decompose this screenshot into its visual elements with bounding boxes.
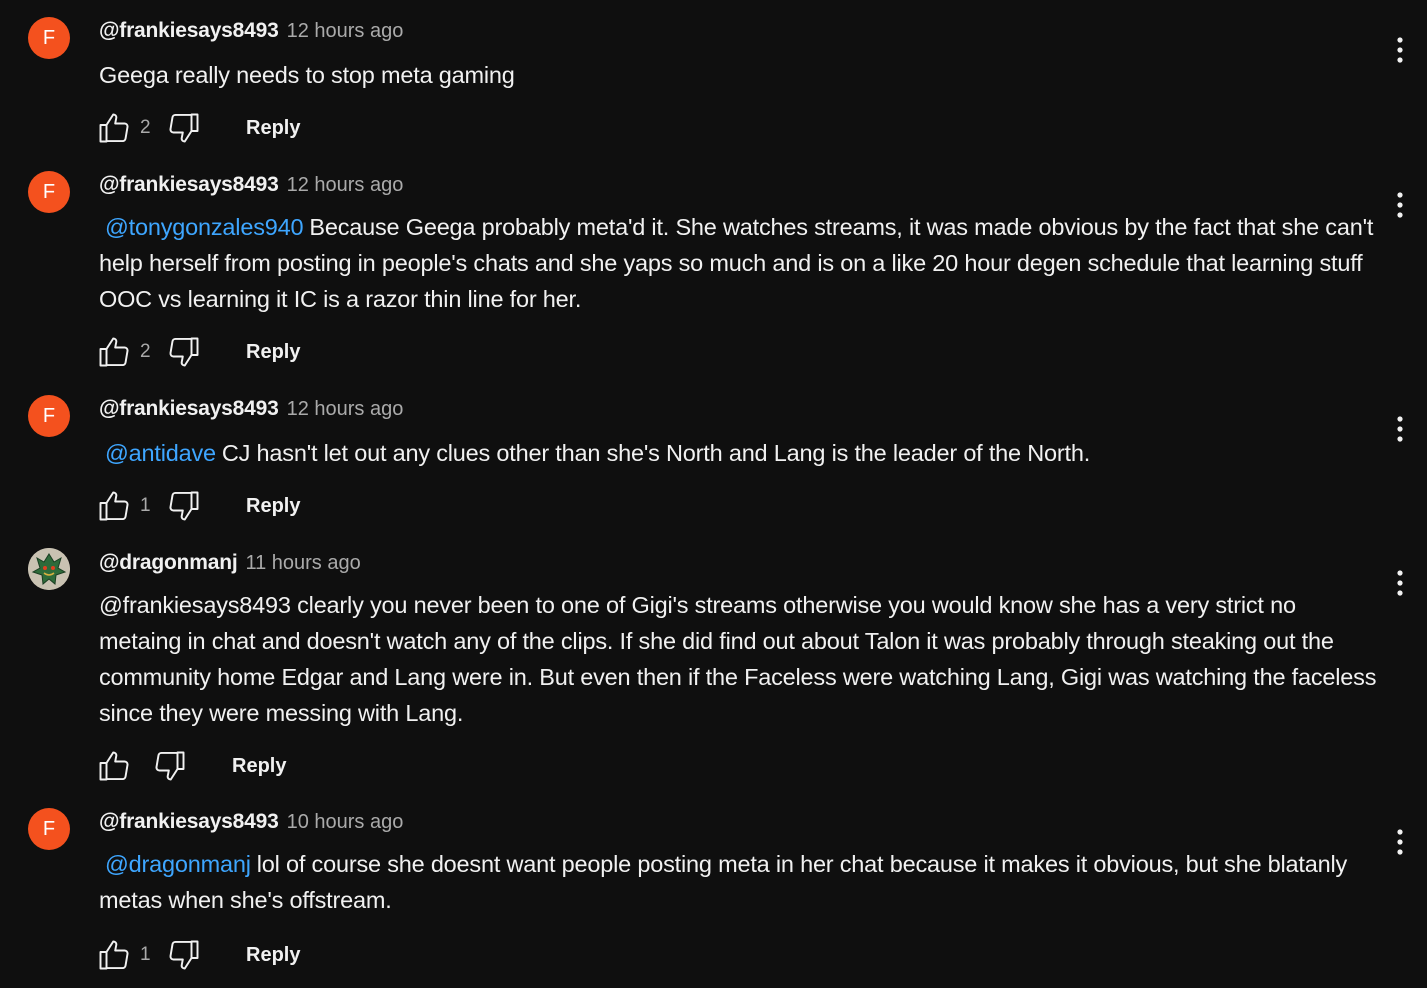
avatar-letter: F <box>42 180 56 203</box>
thumb-down-icon <box>169 337 199 367</box>
like-count: 2 <box>140 117 151 138</box>
comment-menu-button[interactable] <box>1386 187 1414 223</box>
like-count: 2 <box>140 341 151 362</box>
mention-link[interactable]: @tonygonzales940 <box>105 214 304 240</box>
reply-button[interactable]: Reply <box>246 341 300 364</box>
mention-link[interactable]: @dragonmanj <box>105 851 251 877</box>
comment-text: @tonygonzales940 Because Geega probably m… <box>99 209 1379 317</box>
thumb-down-icon <box>169 113 199 143</box>
comment-menu-button[interactable] <box>1386 32 1414 68</box>
comment-time[interactable]: 12 hours ago <box>287 20 404 43</box>
comment-actions: 1 Reply <box>96 488 300 524</box>
thumb-down-icon <box>169 940 199 970</box>
dislike-button[interactable] <box>152 748 188 784</box>
like-button[interactable] <box>96 937 132 973</box>
reply-button[interactable]: Reply <box>232 755 286 778</box>
more-vertical-icon <box>1397 570 1403 596</box>
comment-header: @frankiesays8493 10 hours ago <box>99 810 403 836</box>
thumb-up-icon <box>99 113 129 143</box>
comment-text-content: @frankiesays8493 clearly you never been … <box>99 592 1377 726</box>
comment-author[interactable]: @frankiesays8493 <box>99 19 279 43</box>
thumb-down-icon <box>155 751 185 781</box>
comment-text: @antidave CJ hasn't let out any clues oth… <box>99 435 1379 471</box>
avatar[interactable]: F <box>28 395 70 437</box>
dislike-button[interactable] <box>166 488 202 524</box>
comment-author[interactable]: @frankiesays8493 <box>99 810 279 834</box>
comment-header: @frankiesays8493 12 hours ago <box>99 19 403 45</box>
comment-author[interactable]: @dragonmanj <box>99 551 238 575</box>
comment-time[interactable]: 11 hours ago <box>245 552 360 575</box>
like-count: 1 <box>140 495 151 516</box>
comment-time[interactable]: 12 hours ago <box>287 398 404 421</box>
more-vertical-icon <box>1397 192 1403 218</box>
comment-menu-button[interactable] <box>1386 565 1414 601</box>
dislike-button[interactable] <box>166 937 202 973</box>
comment-menu-button[interactable] <box>1386 824 1414 860</box>
thumb-up-icon <box>99 940 129 970</box>
thumb-up-icon <box>99 491 129 521</box>
comment-text-content: lol of course she doesnt want people pos… <box>99 851 1348 913</box>
comment-text-content: CJ hasn't let out any clues other than s… <box>221 440 1091 466</box>
like-count: 1 <box>140 944 151 965</box>
comment-text: Geega really needs to stop meta gaming <box>99 57 1379 93</box>
avatar[interactable]: F <box>28 171 70 213</box>
thumb-up-icon <box>99 751 129 781</box>
comment-time[interactable]: 12 hours ago <box>287 174 404 197</box>
mention-link[interactable]: @antidave <box>105 440 216 466</box>
comment-time[interactable]: 10 hours ago <box>287 811 404 834</box>
thumb-down-icon <box>169 491 199 521</box>
comment-text: @dragonmanj lol of course she doesnt want… <box>99 846 1379 918</box>
reply-button[interactable]: Reply <box>246 495 300 518</box>
comment-header: @frankiesays8493 12 hours ago <box>99 173 403 199</box>
comment-header: @dragonmanj 11 hours ago <box>99 551 361 577</box>
like-button[interactable] <box>96 110 132 146</box>
dislike-button[interactable] <box>166 110 202 146</box>
comment-actions: 1 Reply <box>96 937 300 973</box>
thumb-up-icon <box>99 337 129 367</box>
dragon-avatar-icon <box>28 548 70 590</box>
reply-button[interactable]: Reply <box>246 117 300 140</box>
reply-button[interactable]: Reply <box>246 944 300 967</box>
avatar[interactable]: F <box>28 17 70 59</box>
dislike-button[interactable] <box>166 334 202 370</box>
like-button[interactable] <box>96 488 132 524</box>
avatar-letter: F <box>42 817 56 840</box>
comment-author[interactable]: @frankiesays8493 <box>99 397 279 421</box>
comment-actions: Reply <box>96 748 286 784</box>
more-vertical-icon <box>1397 37 1403 63</box>
comment-text: @frankiesays8493 clearly you never been … <box>99 587 1379 731</box>
comment-text-content: Geega really needs to stop meta gaming <box>99 62 515 88</box>
more-vertical-icon <box>1397 829 1403 855</box>
comment-author[interactable]: @frankiesays8493 <box>99 173 279 197</box>
comment-actions: 2 Reply <box>96 110 300 146</box>
avatar[interactable] <box>28 548 70 590</box>
more-vertical-icon <box>1397 416 1403 442</box>
comment-header: @frankiesays8493 12 hours ago <box>99 397 403 423</box>
comment-actions: 2 Reply <box>96 334 300 370</box>
like-button[interactable] <box>96 334 132 370</box>
like-button[interactable] <box>96 748 132 784</box>
avatar[interactable]: F <box>28 808 70 850</box>
comment-menu-button[interactable] <box>1386 411 1414 447</box>
avatar-letter: F <box>42 26 56 49</box>
avatar-letter: F <box>42 404 56 427</box>
